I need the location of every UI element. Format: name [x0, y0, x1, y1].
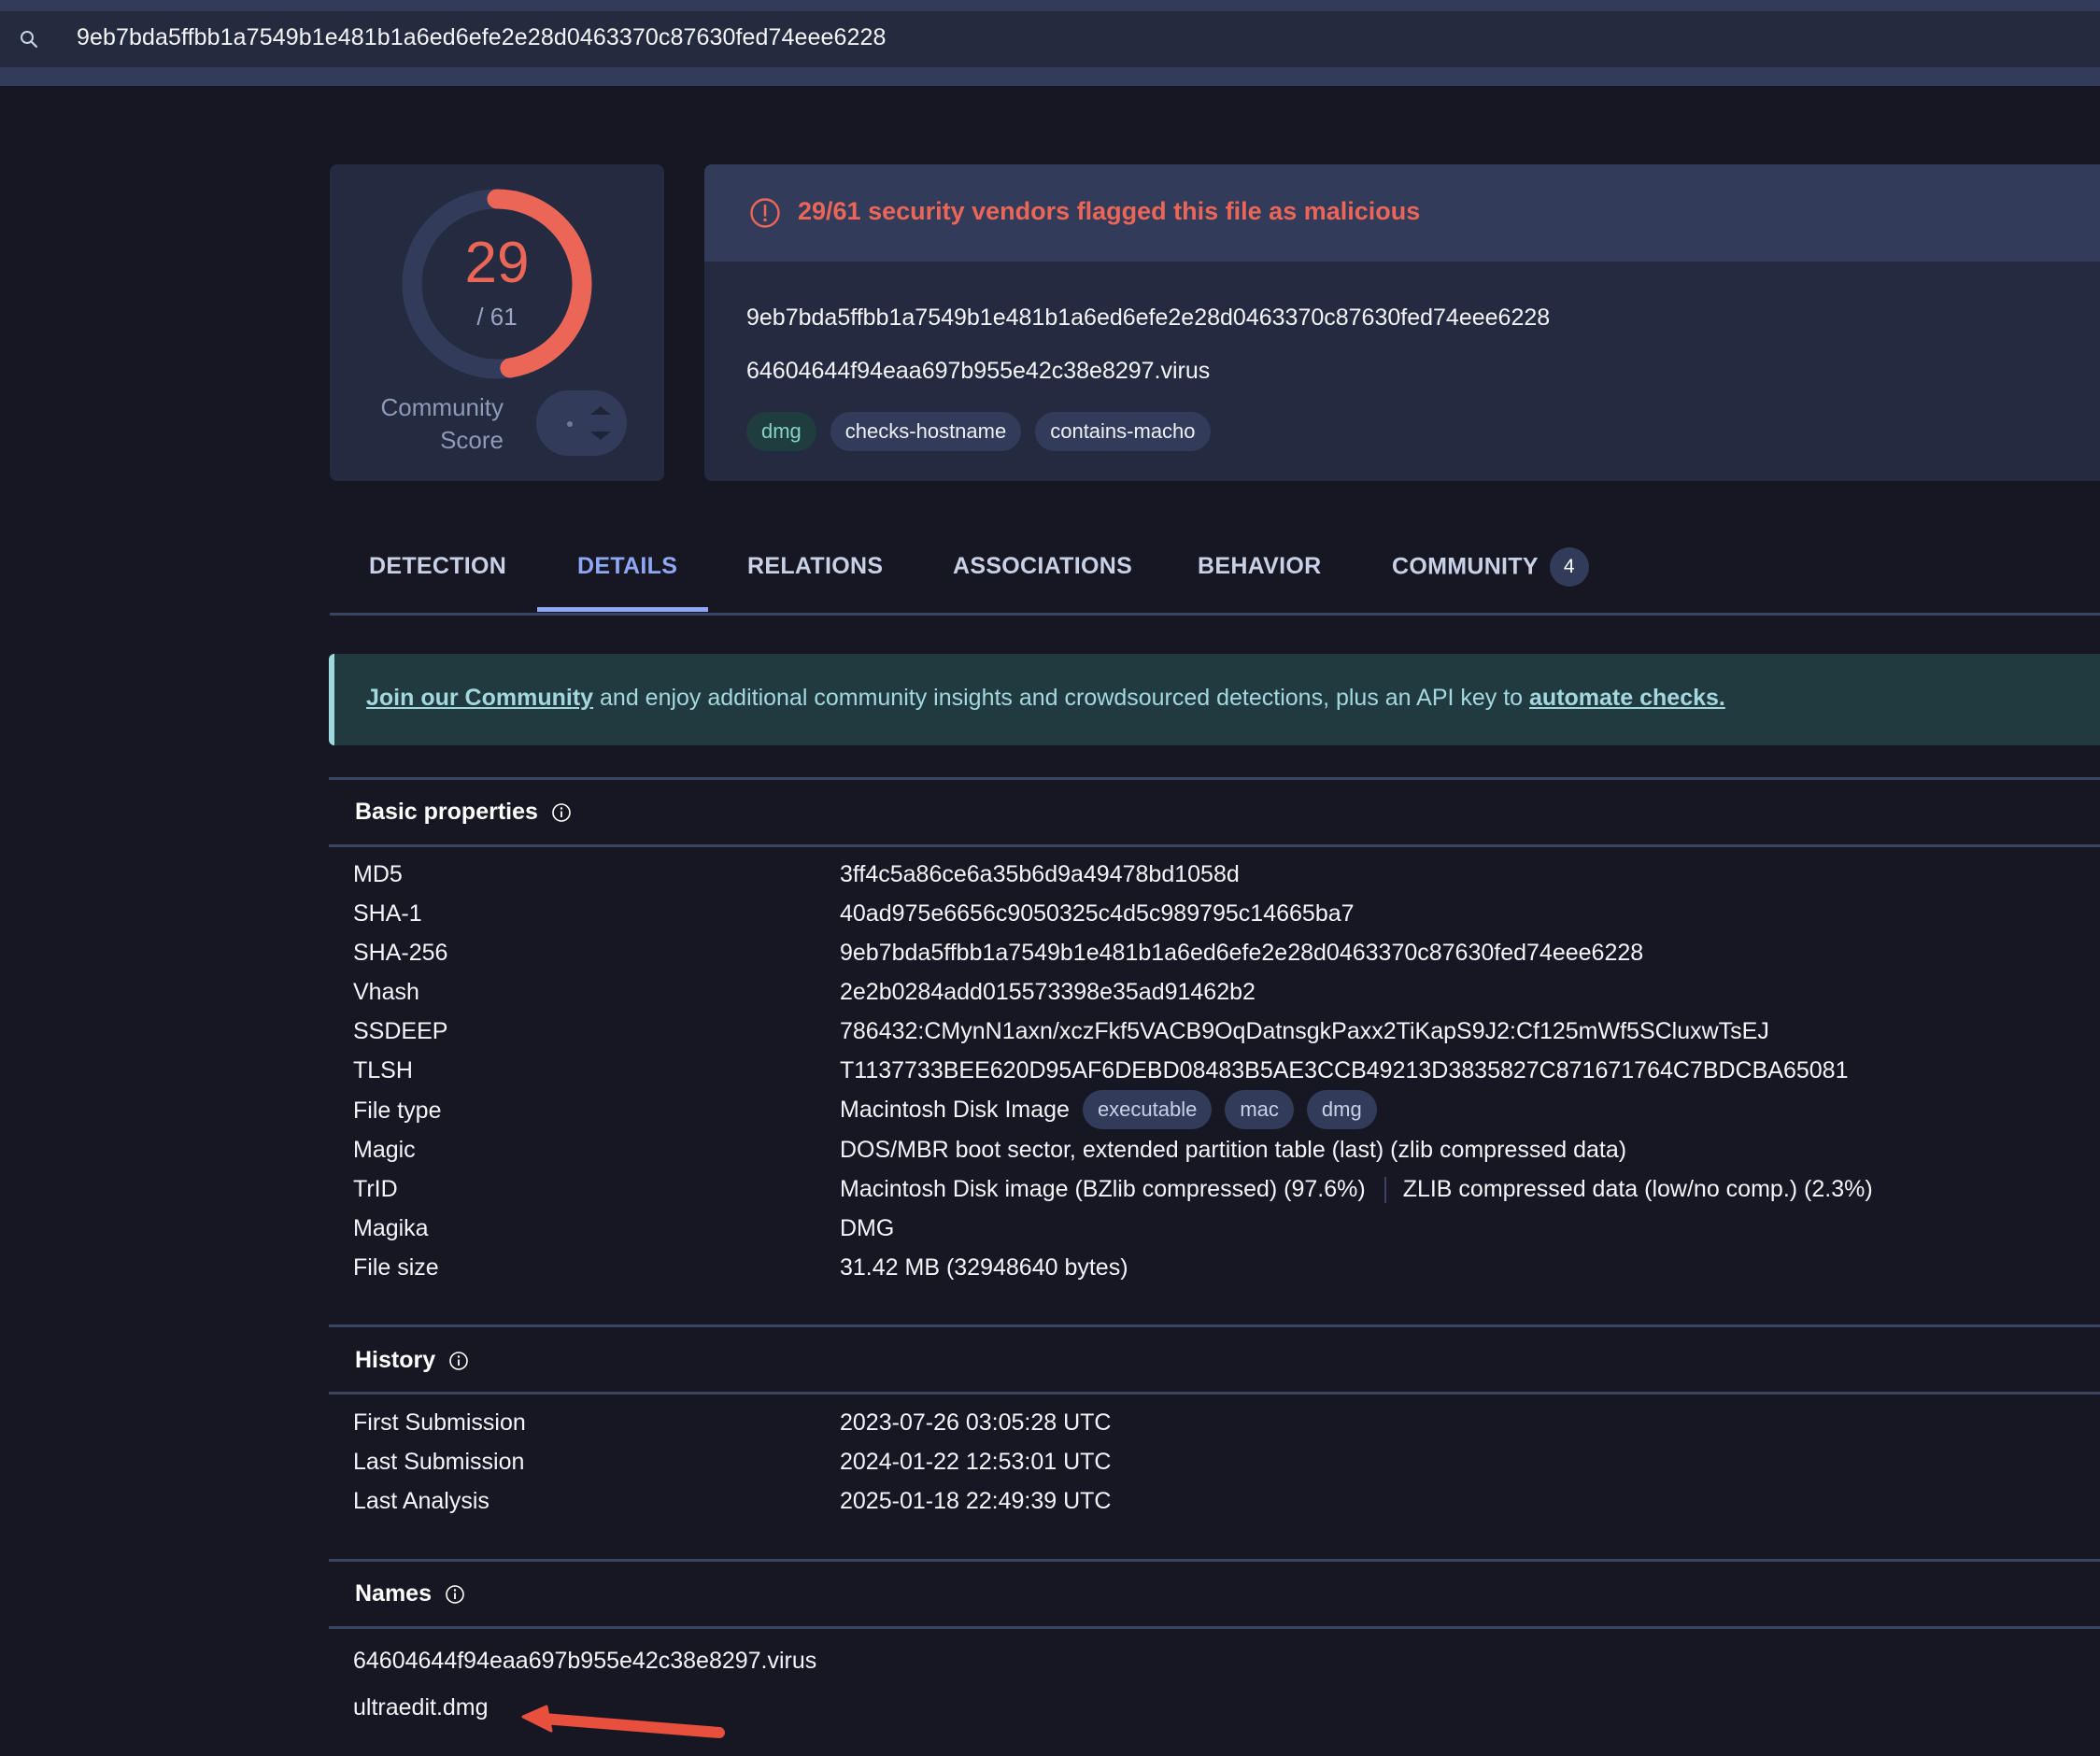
names-header: Names	[355, 1580, 465, 1607]
file-hash: 9eb7bda5ffbb1a7549b1e481b1a6ed6efe2e28d0…	[746, 304, 1551, 331]
community-score-label-line2: Score	[440, 426, 504, 454]
property-value-sha256[interactable]: 9eb7bda5ffbb1a7549b1e481b1a6ed6efe2e28d0…	[840, 940, 1643, 967]
community-count-badge: 4	[1549, 547, 1589, 587]
history-label: First Submission	[353, 1409, 526, 1436]
property-label: SHA-256	[353, 940, 448, 966]
property-label: TLSH	[353, 1057, 413, 1083]
tab-details[interactable]: DETAILS	[577, 553, 677, 580]
history-value-last-submission: 2024-01-22 12:53:01 UTC	[840, 1449, 1112, 1475]
basic-properties-title: Basic properties	[355, 799, 538, 825]
tab-detection[interactable]: DETECTION	[369, 553, 506, 580]
downvote-icon[interactable]	[590, 432, 611, 440]
file-name: 64604644f94eaa697b955e42c38e8297.virus	[746, 358, 1211, 384]
property-label: File size	[353, 1254, 439, 1281]
automate-checks-link[interactable]: automate checks.	[1529, 685, 1725, 711]
property-value-file-size: 31.42 MB (32948640 bytes)	[840, 1254, 1128, 1281]
basic-properties-header: Basic properties	[355, 799, 572, 826]
file-summary-card: 29/61 security vendors flagged this file…	[704, 164, 2100, 481]
tab-relations[interactable]: RELATIONS	[747, 553, 883, 580]
active-tab-indicator	[537, 607, 708, 612]
top-strip	[0, 0, 2100, 11]
history-label: Last Analysis	[353, 1488, 490, 1514]
names-title: Names	[355, 1580, 432, 1607]
history-value-first-submission: 2023-07-26 03:05:28 UTC	[840, 1409, 1112, 1436]
malicious-alert-text: 29/61 security vendors flagged this file…	[798, 197, 1421, 225]
divider	[329, 1392, 2100, 1395]
upvote-icon[interactable]	[590, 406, 611, 415]
file-tags: dmg checks-hostname contains-macho	[746, 412, 1211, 451]
join-community-link[interactable]: Join our Community	[366, 685, 593, 711]
tab-behavior[interactable]: BEHAVIOR	[1198, 553, 1322, 580]
search-bar[interactable]: 9eb7bda5ffbb1a7549b1e481b1a6ed6efe2e28d0…	[0, 11, 2100, 67]
search-input[interactable]: 9eb7bda5ffbb1a7549b1e481b1a6ed6efe2e28d0…	[77, 24, 887, 51]
tab-bar: DETECTION DETAILS RELATIONS ASSOCIATIONS…	[330, 542, 2100, 616]
tag-dmg[interactable]: dmg	[746, 412, 816, 451]
divider	[329, 1559, 2100, 1562]
property-value-file-type: Macintosh Disk Image executable mac dmg	[840, 1090, 1377, 1129]
trid-value-2: ZLIB compressed data (low/no comp.) (2.3…	[1402, 1176, 1873, 1202]
property-value-sha1[interactable]: 40ad975e6656c9050325c4d5c989795c14665ba7	[840, 900, 1355, 928]
malicious-alert-header: 29/61 security vendors flagged this file…	[704, 164, 2100, 262]
search-icon	[21, 31, 38, 49]
divider	[329, 777, 2100, 780]
property-label: Magic	[353, 1137, 416, 1163]
community-banner-text: Join our Community and enjoy additional …	[366, 685, 1725, 712]
property-label: Vhash	[353, 979, 419, 1005]
detection-count: 29	[464, 231, 530, 295]
property-value-magika: DMG	[840, 1215, 895, 1241]
info-icon[interactable]	[445, 1584, 465, 1605]
property-value-tlsh[interactable]: T1137733BEE620D95AF6DEBD08483B5AE3CCB492…	[840, 1057, 1848, 1084]
property-value-trid: Macintosh Disk image (BZlib compressed) …	[840, 1176, 1873, 1203]
property-value-magic: DOS/MBR boot sector, extended partition …	[840, 1137, 1627, 1163]
name-item: ultraedit.dmg	[353, 1694, 489, 1721]
history-title: History	[355, 1347, 436, 1373]
tab-community[interactable]: COMMUNITY 4	[1392, 547, 1589, 587]
community-score-vote[interactable]	[536, 390, 627, 456]
history-value-last-analysis: 2025-01-18 22:49:39 UTC	[840, 1488, 1112, 1514]
property-label: Magika	[353, 1215, 429, 1241]
divider	[329, 844, 2100, 847]
file-type-tag-executable[interactable]: executable	[1082, 1090, 1213, 1129]
tag-checks-hostname[interactable]: checks-hostname	[830, 412, 1022, 451]
file-type-tag-mac[interactable]: mac	[1225, 1090, 1294, 1129]
divider	[329, 1626, 2100, 1629]
alert-circle-icon	[750, 198, 780, 228]
property-label: TrID	[353, 1176, 398, 1202]
property-label: SSDEEP	[353, 1018, 448, 1044]
tab-associations[interactable]: ASSOCIATIONS	[953, 553, 1132, 580]
info-icon[interactable]	[551, 802, 572, 823]
property-label: File type	[353, 1098, 442, 1124]
banner-middle-text: and enjoy additional community insights …	[593, 685, 1530, 711]
community-score-dot	[567, 421, 573, 427]
property-value-md5[interactable]: 3ff4c5a86ce6a35b6d9a49478bd1058d	[840, 861, 1240, 888]
tag-contains-macho[interactable]: contains-macho	[1035, 412, 1211, 451]
community-score-label-line1: Community	[380, 393, 504, 421]
property-label: SHA-1	[353, 900, 422, 927]
name-item: 64604644f94eaa697b955e42c38e8297.virus	[353, 1648, 817, 1674]
detection-total: / 61	[476, 303, 518, 331]
trid-value-1: Macintosh Disk image (BZlib compressed) …	[840, 1176, 1366, 1202]
tab-community-label: COMMUNITY	[1392, 553, 1539, 580]
separator	[1383, 1176, 1386, 1203]
sub-strip	[0, 67, 2100, 86]
property-value-vhash[interactable]: 2e2b0284add015573398e35ad91462b2	[840, 979, 1256, 1006]
history-label: Last Submission	[353, 1449, 525, 1475]
annotation-arrow-icon	[521, 1705, 725, 1738]
file-type-text: Macintosh Disk Image	[840, 1096, 1070, 1123]
divider	[329, 1324, 2100, 1327]
property-label: MD5	[353, 861, 403, 887]
history-header: History	[355, 1347, 469, 1374]
community-score-label: Community Score	[381, 391, 504, 457]
detection-score-card: 29 / 61 Community Score	[330, 164, 664, 481]
community-banner: Join our Community and enjoy additional …	[329, 654, 2100, 745]
file-type-tag-dmg[interactable]: dmg	[1306, 1090, 1377, 1129]
property-value-ssdeep[interactable]: 786432:CMynN1axn/xczFkf5VACB9OqDatnsgkPa…	[840, 1018, 1769, 1045]
info-icon[interactable]	[448, 1351, 469, 1371]
